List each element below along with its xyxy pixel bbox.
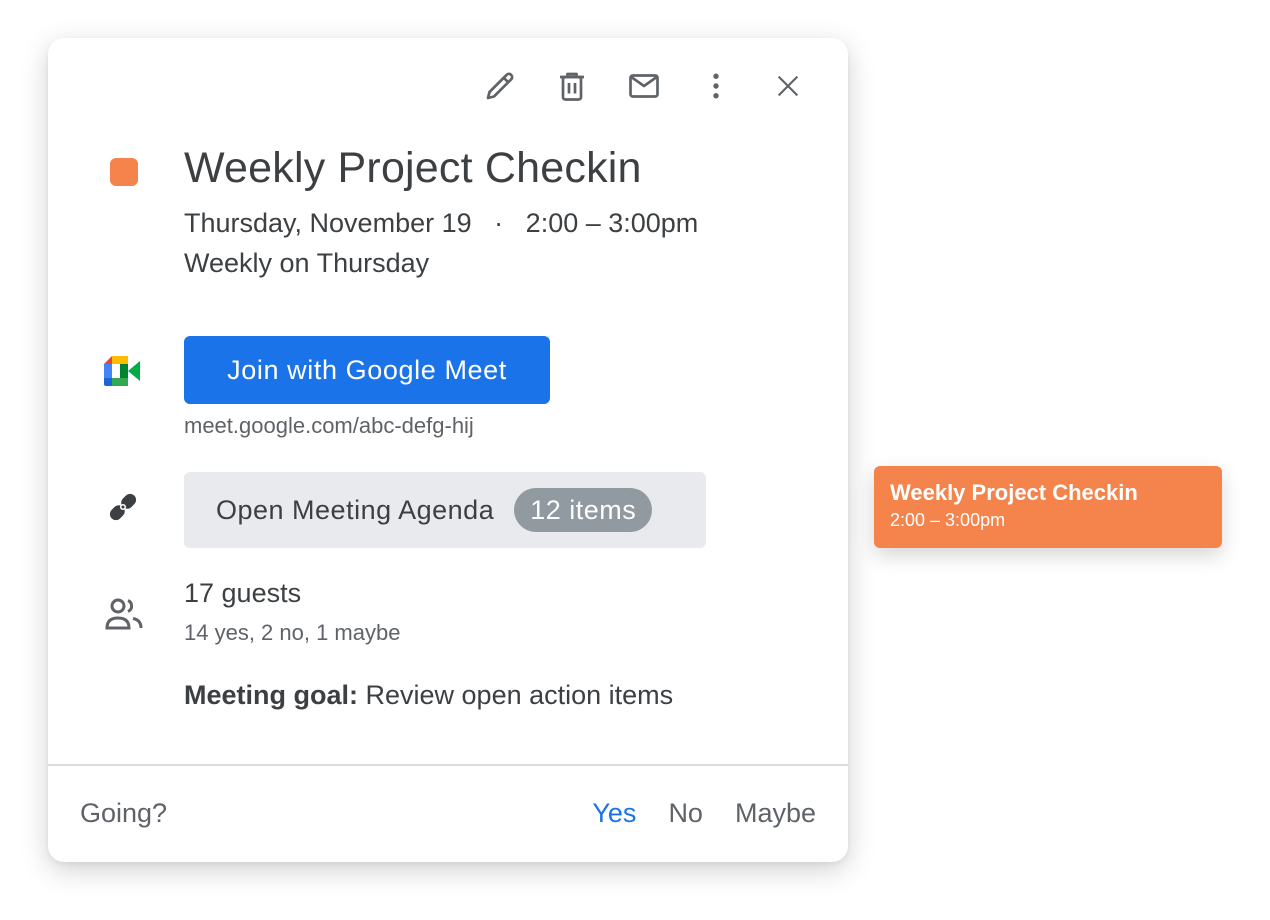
close-button[interactable] — [752, 62, 824, 110]
more-options-icon — [713, 73, 719, 99]
chip-time: 2:00 – 3:00pm — [890, 510, 1006, 530]
guests-icon — [105, 598, 143, 630]
event-color-indicator — [110, 158, 138, 186]
delete-icon — [560, 72, 584, 101]
agenda-items-badge: 12 items — [514, 488, 653, 532]
rsvp-maybe-button[interactable]: Maybe — [735, 798, 816, 829]
edit-icon — [486, 72, 514, 100]
guests-count[interactable]: 17 guests — [184, 578, 301, 609]
google-meet-icon — [104, 356, 140, 386]
event-details-popup: Weekly Project Checkin Thursday, Novembe… — [48, 38, 848, 862]
event-title: Weekly Project Checkin — [184, 144, 642, 192]
meeting-goal: Meeting goal: Review open action items — [184, 680, 673, 711]
guests-rsvp-summary: 14 yes, 2 no, 1 maybe — [184, 620, 401, 645]
rsvp-yes-button[interactable]: Yes — [592, 798, 636, 829]
event-time: 2:00 – 3:00pm — [525, 208, 699, 238]
delete-button[interactable] — [536, 62, 608, 110]
agenda-label: Open Meeting Agenda — [216, 494, 495, 525]
rsvp-no-button[interactable]: No — [668, 798, 703, 829]
close-icon — [777, 75, 799, 97]
meeting-goal-text: Review open action items — [365, 680, 674, 710]
meeting-goal-label: Meeting goal: — [184, 680, 358, 710]
event-recurrence: Weekly on Thursday — [184, 248, 430, 278]
event-toolbar — [464, 62, 824, 110]
join-google-meet-button[interactable]: Join with Google Meet — [184, 336, 550, 404]
email-icon — [629, 74, 659, 98]
calendar-event-chip[interactable]: Weekly Project Checkin 2:00 – 3:00pm — [874, 466, 1222, 548]
event-datetime: Thursday, November 19 · 2:00 – 3:00pm — [184, 208, 698, 239]
going-label: Going? — [80, 798, 168, 828]
link-icon — [109, 493, 137, 521]
event-date: Thursday, November 19 — [184, 208, 472, 238]
meet-link[interactable]: meet.google.com/abc-defg-hij — [184, 413, 474, 439]
open-meeting-agenda-button[interactable]: Open Meeting Agenda 12 items — [184, 472, 706, 548]
rsvp-options: Yes No Maybe — [592, 798, 816, 829]
footer-divider — [48, 764, 848, 766]
datetime-separator: · — [494, 208, 504, 238]
edit-button[interactable] — [464, 62, 536, 110]
chip-title: Weekly Project Checkin — [890, 480, 1138, 505]
email-guests-button[interactable] — [608, 62, 680, 110]
more-options-button[interactable] — [680, 62, 752, 110]
